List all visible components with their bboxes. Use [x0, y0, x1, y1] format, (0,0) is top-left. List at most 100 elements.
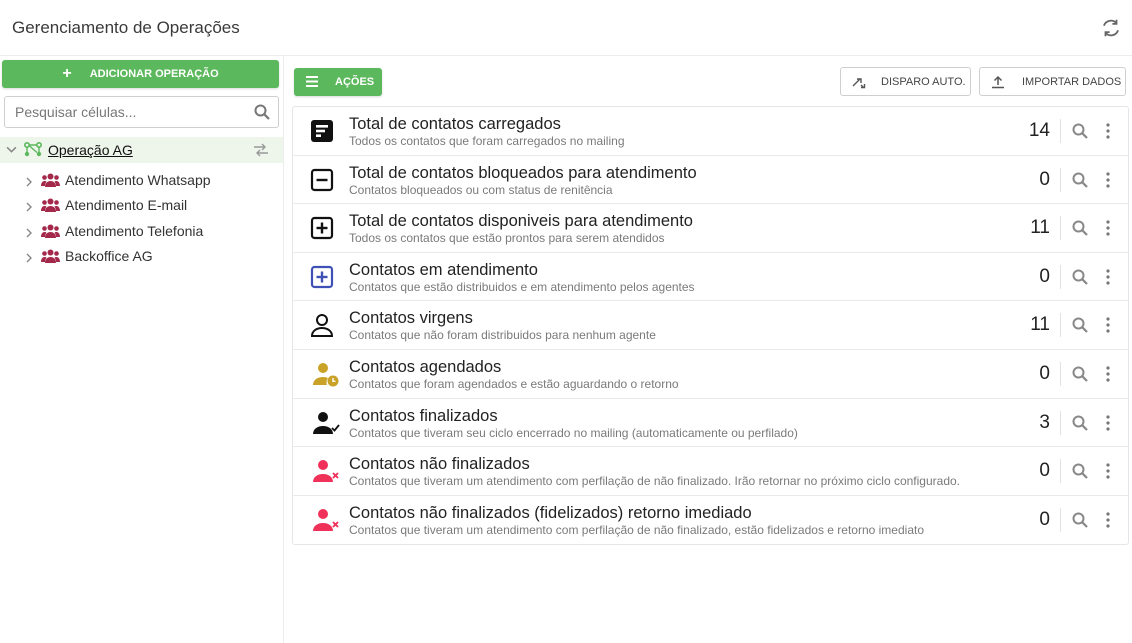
- divider: [1060, 362, 1061, 386]
- more-vertical-icon[interactable]: [1104, 219, 1112, 237]
- cell-label: Atendimento Telefonia: [65, 223, 204, 239]
- import-data-button[interactable]: IMPORTAR DADOS: [979, 67, 1126, 96]
- list-item[interactable]: Total de contatos disponiveis para atend…: [293, 204, 1128, 253]
- tree-cell-item[interactable]: Atendimento Telefonia: [0, 221, 283, 245]
- person-x-icon: [313, 508, 339, 531]
- refresh-icon[interactable]: [1100, 17, 1122, 39]
- add-operation-button[interactable]: + ADICIONAR OPERAÇÃO: [2, 60, 279, 88]
- row-title: Total de contatos carregados: [349, 115, 561, 133]
- list-item[interactable]: Contatos não finalizados Contatos que ti…: [293, 447, 1128, 496]
- more-vertical-icon[interactable]: [1104, 511, 1112, 529]
- list-item[interactable]: Total de contatos carregados Todos os co…: [293, 107, 1128, 156]
- more-vertical-icon[interactable]: [1104, 171, 1112, 189]
- search-icon[interactable]: [1072, 123, 1088, 139]
- list-item[interactable]: Contatos finalizados Contatos que tivera…: [293, 399, 1128, 448]
- person-x-icon: [313, 460, 339, 483]
- group-icon: [41, 198, 60, 212]
- row-title: Contatos finalizados: [349, 406, 498, 425]
- person-clock-icon: [313, 363, 339, 387]
- operation-icon: [24, 142, 42, 157]
- search-box: [4, 96, 279, 128]
- import-data-label: IMPORTAR DADOS: [1022, 76, 1122, 88]
- row-count: 0: [1039, 363, 1050, 384]
- actions-button[interactable]: AÇÕES: [294, 68, 382, 96]
- more-vertical-icon[interactable]: [1104, 414, 1112, 432]
- tree-cell-item[interactable]: Backoffice AG: [0, 246, 283, 270]
- more-vertical-icon[interactable]: [1104, 316, 1112, 334]
- group-icon: [41, 173, 60, 187]
- divider: [1060, 119, 1061, 143]
- row-count: 0: [1039, 460, 1050, 482]
- person-outline-icon: [310, 314, 334, 338]
- plus-box-icon: [310, 217, 334, 240]
- list-item[interactable]: Contatos não finalizados (fidelizados) r…: [293, 496, 1128, 545]
- row-title: Total de contatos disponiveis para atend…: [349, 212, 693, 231]
- divider: [1060, 264, 1061, 289]
- list-item[interactable]: Contatos agendados Contatos que foram ag…: [293, 350, 1128, 399]
- chevron-right-icon[interactable]: [24, 253, 34, 263]
- chevron-right-icon[interactable]: [24, 228, 34, 238]
- cell-label: Atendimento Whatsapp: [65, 172, 211, 188]
- search-icon[interactable]: [1072, 463, 1088, 479]
- row-title: Contatos não finalizados: [349, 455, 530, 474]
- tree-cell-item[interactable]: Atendimento E-mail: [0, 195, 283, 219]
- plus-box-blue-icon: [310, 265, 334, 288]
- divider: [1060, 459, 1061, 484]
- row-count: 0: [1039, 508, 1050, 530]
- list-item[interactable]: Contatos em atendimento Contatos que est…: [293, 253, 1128, 302]
- add-operation-label: ADICIONAR OPERAÇÃO: [89, 68, 219, 80]
- top-bar: Gerenciamento de Operações: [0, 0, 1132, 56]
- actions-label: AÇÕES: [335, 76, 375, 88]
- more-vertical-icon[interactable]: [1104, 122, 1112, 140]
- search-icon[interactable]: [254, 104, 270, 120]
- row-subtitle: Contatos que estão distribuidos e em ate…: [349, 279, 695, 294]
- search-icon[interactable]: [1072, 415, 1088, 431]
- search-icon[interactable]: [1072, 512, 1088, 528]
- search-icon[interactable]: [1072, 317, 1088, 334]
- row-count: 14: [1028, 120, 1050, 141]
- divider: [1060, 313, 1061, 338]
- contacts-status-list: Total de contatos carregados Todos os co…: [292, 106, 1129, 545]
- row-count: 11: [1030, 217, 1050, 239]
- row-title: Contatos em atendimento: [349, 260, 538, 279]
- group-icon: [41, 249, 60, 263]
- auto-dispatch-button[interactable]: DISPARO AUTO.: [840, 67, 971, 96]
- tree-cell-item[interactable]: Atendimento Whatsapp: [0, 170, 283, 194]
- list-item[interactable]: Contatos virgens Contatos que não foram …: [293, 301, 1128, 350]
- search-icon[interactable]: [1072, 366, 1088, 382]
- search-input[interactable]: [5, 97, 240, 127]
- row-subtitle: Contatos que não foram distribuidos para…: [349, 328, 656, 343]
- person-check-icon: [313, 411, 340, 434]
- row-count: 3: [1039, 411, 1050, 433]
- page-title: Gerenciamento de Operações: [12, 18, 240, 37]
- divider: [1060, 216, 1061, 241]
- row-subtitle: Todos os contatos que estão prontos para…: [349, 231, 665, 246]
- list-item[interactable]: Total de contatos bloqueados para atendi…: [293, 156, 1128, 205]
- search-icon[interactable]: [1072, 220, 1088, 236]
- chevron-down-icon[interactable]: [6, 144, 17, 155]
- row-title: Total de contatos bloqueados para atendi…: [349, 163, 697, 182]
- minus-box-icon: [310, 168, 334, 191]
- cell-label: Backoffice AG: [65, 248, 153, 264]
- swap-icon[interactable]: [253, 143, 269, 157]
- chevron-right-icon[interactable]: [24, 202, 34, 212]
- divider: [1060, 167, 1061, 192]
- search-icon[interactable]: [1072, 172, 1088, 188]
- divider: [1060, 410, 1061, 435]
- upload-icon: [992, 75, 1004, 89]
- list-box-icon: [311, 120, 333, 142]
- more-vertical-icon[interactable]: [1104, 462, 1112, 480]
- search-icon[interactable]: [1072, 269, 1088, 285]
- tree-operation-item[interactable]: Operação AG: [0, 137, 283, 163]
- chevron-right-icon[interactable]: [24, 177, 34, 187]
- row-subtitle: Contatos que tiveram um atendimento com …: [349, 474, 960, 489]
- plus-icon: +: [62, 65, 72, 82]
- row-title: Contatos agendados: [349, 358, 502, 376]
- more-vertical-icon[interactable]: [1104, 268, 1112, 286]
- operation-label[interactable]: Operação AG: [48, 142, 133, 158]
- shuffle-icon: [852, 78, 866, 89]
- auto-dispatch-label: DISPARO AUTO.: [881, 76, 966, 88]
- row-subtitle: Contatos que tiveram seu ciclo encerrado…: [349, 425, 798, 440]
- divider: [1060, 507, 1061, 532]
- more-vertical-icon[interactable]: [1104, 365, 1112, 383]
